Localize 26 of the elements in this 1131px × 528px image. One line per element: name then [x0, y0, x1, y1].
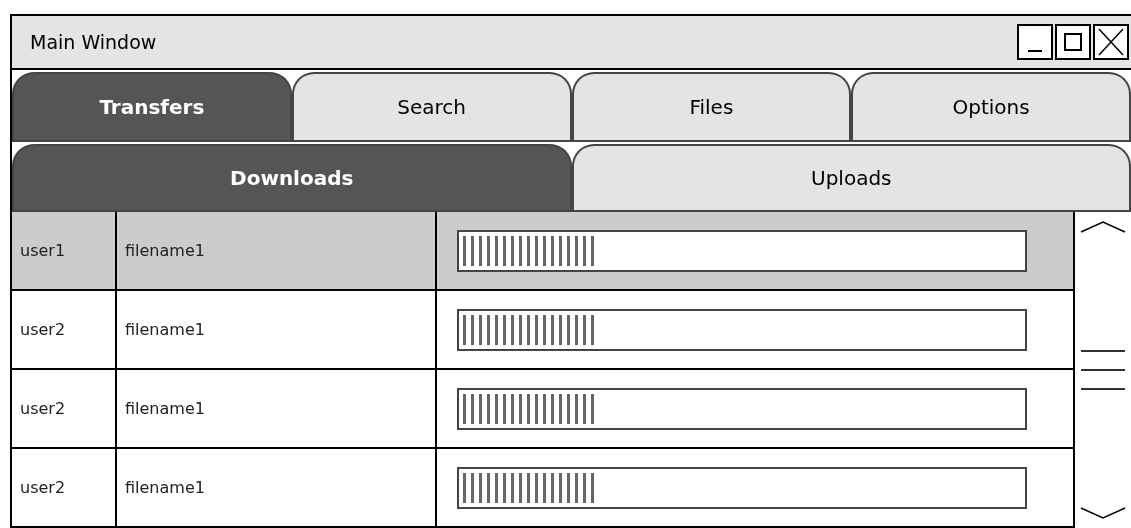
tab[interactable]: Transfers — [12, 72, 292, 140]
table-cell: user2 — [12, 291, 117, 368]
scroll-thumb-grip-icon[interactable] — [1080, 349, 1126, 391]
tab[interactable]: Files — [571, 72, 852, 140]
window-title: Main Window — [30, 29, 158, 55]
table-cell: filename1 — [117, 449, 437, 526]
table-cell: user2 — [12, 370, 117, 447]
close-button[interactable] — [1093, 24, 1129, 60]
table-row[interactable]: user2 filename1 — [12, 449, 1073, 528]
tab[interactable]: Options — [851, 72, 1131, 140]
close-icon — [1098, 28, 1124, 56]
table-row[interactable]: user1 filename1 — [12, 212, 1073, 291]
maximize-icon — [1063, 32, 1083, 52]
table-cell: user2 — [12, 449, 117, 526]
table-cell: filename1 — [117, 291, 437, 368]
tab[interactable]: Search — [291, 72, 572, 140]
tab[interactable]: Downloads — [12, 144, 572, 210]
maximize-button[interactable] — [1055, 24, 1091, 60]
table-row[interactable]: user2 filename1 — [12, 291, 1073, 370]
table-cell: filename1 — [117, 212, 437, 289]
table-cell: user1 — [12, 212, 117, 289]
table-cell: filename1 — [117, 370, 437, 447]
table-row[interactable]: user2 filename1 — [12, 370, 1073, 449]
minimize-button[interactable] — [1017, 24, 1053, 60]
tab[interactable]: Uploads — [571, 144, 1131, 210]
minimize-icon — [1028, 50, 1042, 52]
